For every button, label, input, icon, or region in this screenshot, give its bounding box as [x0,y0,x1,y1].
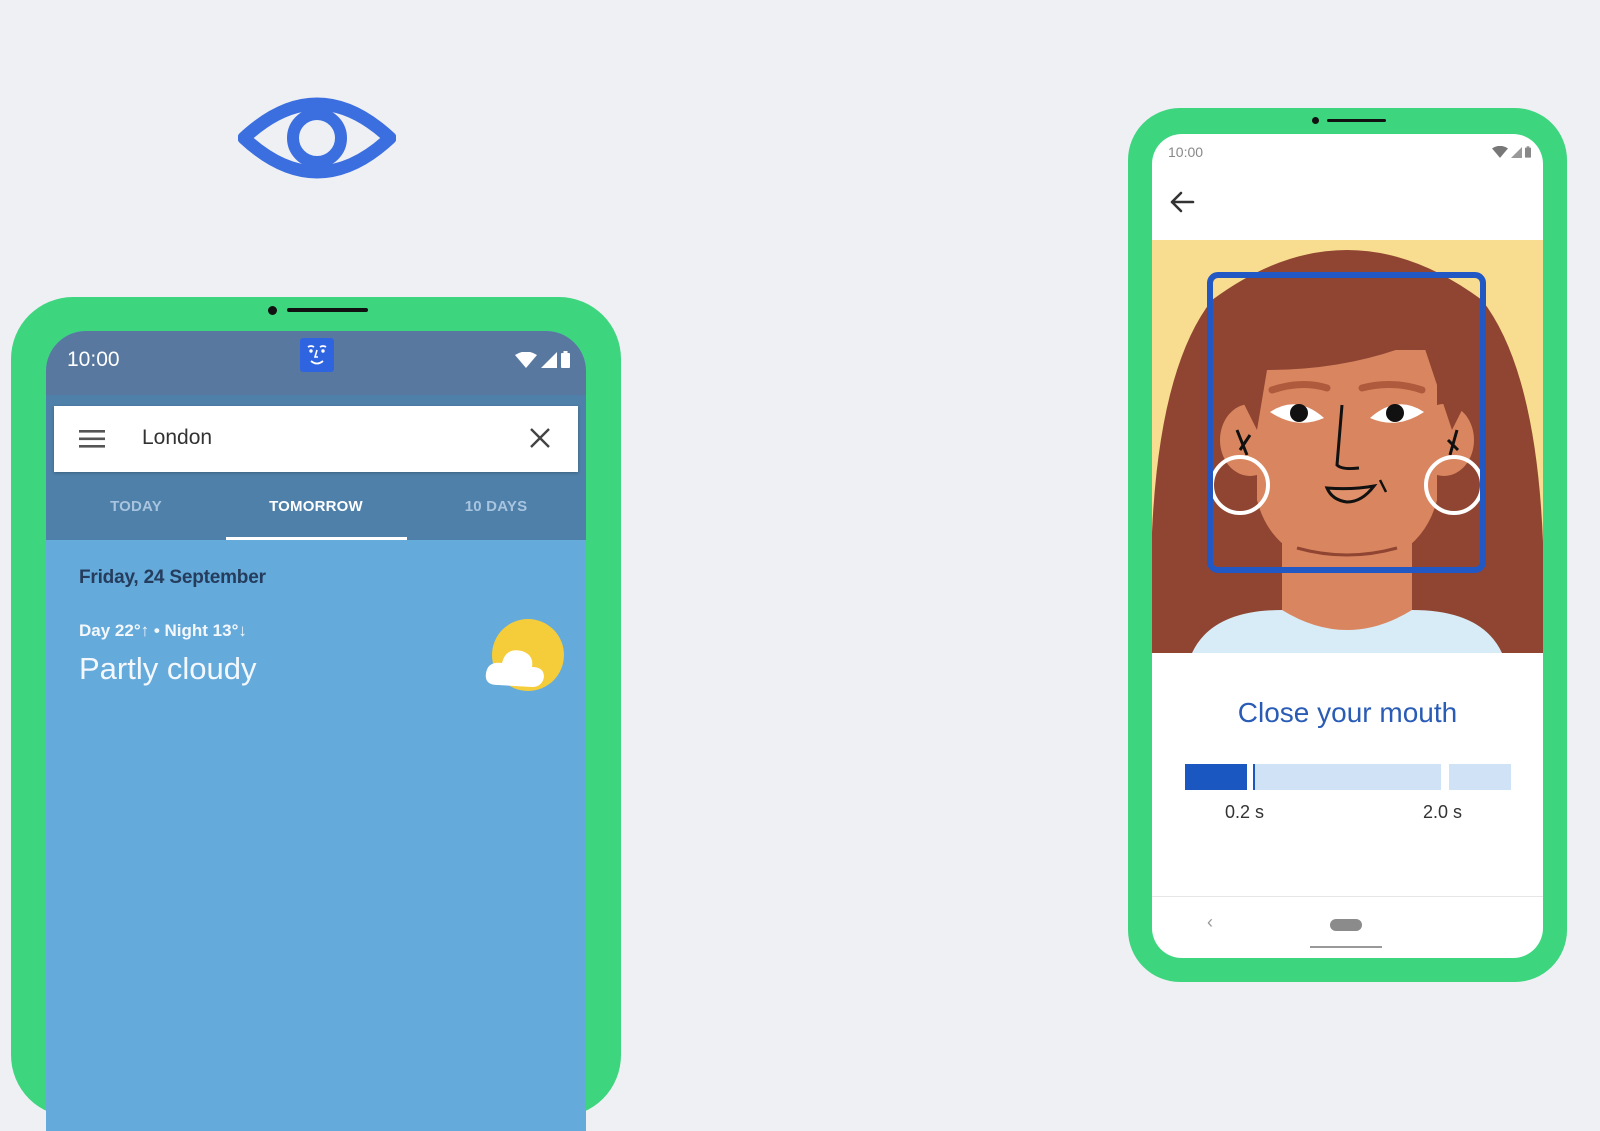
status-time: 10:00 [1168,144,1204,160]
forecast-date: Friday, 24 September [79,567,266,588]
hamburger-menu-icon[interactable] [79,428,105,450]
wifi-icon [1492,146,1508,158]
tab-tomorrow[interactable]: TOMORROW [226,486,406,540]
progress-fill [1185,764,1247,790]
face-badge-icon [300,338,334,372]
left-phone: 10:00 London TODAY TOMORROW 10 DAYS Frid… [11,297,621,1131]
front-camera [1312,117,1319,124]
signal-icon [541,352,557,368]
forecast-tabs: TODAY TOMORROW 10 DAYS [46,486,586,540]
location-search-bar[interactable]: London [54,406,578,472]
signal-icon [1511,147,1522,158]
nav-back-button[interactable]: ‹ [1207,912,1213,933]
status-bar: 10:00 [46,331,586,395]
eye-icon [238,97,396,179]
arrow-back-icon[interactable] [1168,188,1196,216]
tab-today[interactable]: TODAY [46,486,226,540]
partly-cloudy-icon [485,619,564,691]
progress-label-max: 2.0 s [1423,802,1463,822]
active-tab-indicator [226,537,407,540]
forecast-condition: Partly cloudy [79,651,257,686]
nav-divider [1152,896,1543,897]
progress-track-end [1449,764,1511,790]
hold-duration-progress [1185,764,1511,790]
face-gesture-screen: 10:00 Close your mouth 0.2 s 2.0 s ‹ [1152,134,1543,958]
progress-label-min: 0.2 s [1225,802,1265,822]
front-camera [268,306,277,315]
status-icons [1492,146,1531,158]
forecast-temperatures: Day 22°↑ • Night 13°↓ [79,621,247,640]
close-icon[interactable] [528,426,552,450]
gesture-prompt: Close your mouth [1237,697,1458,728]
status-bar: 10:00 [1152,134,1543,174]
search-query[interactable]: London [142,426,212,450]
battery-icon [561,351,570,368]
status-time: 10:00 [67,348,120,371]
face-illustration [1152,240,1543,653]
battery-icon [1525,146,1531,158]
right-phone: 10:00 Close your mouth 0.2 s 2.0 s ‹ [1128,108,1567,982]
earpiece-speaker [287,308,368,312]
earpiece-speaker [1327,119,1386,122]
progress-track [1255,764,1441,790]
status-icons [515,351,570,368]
weather-app-screen: 10:00 London TODAY TOMORROW 10 DAYS Frid… [46,331,586,1131]
gesture-bar [1310,946,1382,948]
nav-home-button[interactable] [1330,919,1362,931]
tab-10-days[interactable]: 10 DAYS [406,486,586,540]
wifi-icon [515,352,537,368]
